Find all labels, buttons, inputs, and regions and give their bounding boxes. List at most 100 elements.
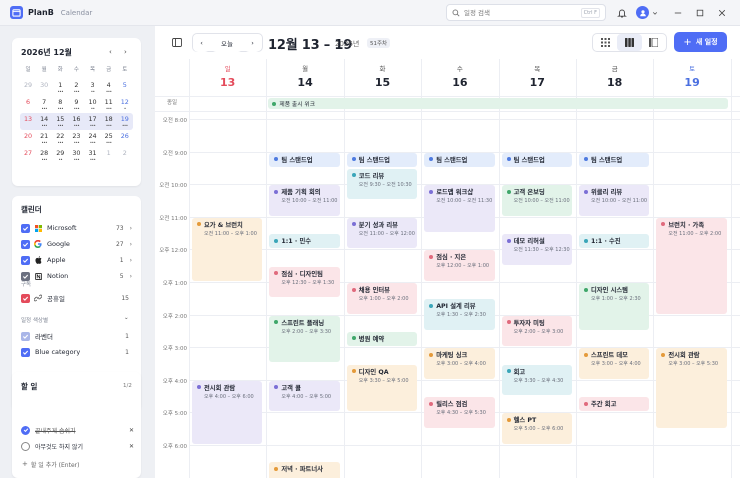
mini-day[interactable]: 15 ••• — [52, 113, 68, 130]
calendar-event[interactable]: 팀 스탠드업 — [501, 152, 572, 167]
mini-day[interactable]: 21 ••• — [36, 130, 52, 147]
mini-day[interactable]: 6 — [20, 96, 36, 113]
day-header[interactable]: 목 17 — [499, 59, 576, 96]
mini-day[interactable]: 9 ••• — [68, 96, 84, 113]
calendar-event[interactable]: 마케팅 싱크 오후 3:00 – 오후 4:00 — [424, 348, 495, 379]
day-header[interactable]: 토 19 — [653, 59, 730, 96]
mini-day[interactable]: 27 — [20, 147, 36, 164]
calendar-event[interactable]: 병원 예약 — [346, 331, 418, 347]
mini-day[interactable]: 31 ••• — [85, 147, 101, 164]
calendar-event[interactable]: 고객 온보딩 오전 10:00 – 오전 11:00 — [501, 185, 572, 216]
calendar-item-microsoft[interactable]: Microsoft 73 › — [21, 222, 132, 234]
calendar-event[interactable]: 채용 인터뷰 오후 1:00 – 오후 2:00 — [346, 283, 418, 314]
calendar-event[interactable]: 팀 스탠드업 — [424, 152, 495, 167]
calendar-event[interactable]: 코드 리뷰 오전 9:30 – 오전 10:30 — [346, 168, 418, 200]
allday-event[interactable]: 제품 출시 위크 — [268, 98, 728, 109]
profile-button[interactable] — [636, 6, 649, 19]
search-box[interactable]: Ctrl F — [446, 4, 606, 21]
mini-day[interactable]: 29 — [20, 79, 36, 96]
today-button[interactable]: 오늘 — [211, 34, 243, 52]
calendar-event[interactable]: 릴리스 점검 오후 4:30 – 오후 5:30 — [424, 397, 495, 428]
calendar-event[interactable]: 브런치 · 가족 오전 11:00 – 오후 2:00 — [656, 217, 727, 314]
calendar-event[interactable]: 분기 성과 리뷰 오전 11:00 – 오후 12:00 — [346, 217, 418, 249]
checkbox[interactable] — [21, 255, 30, 265]
mini-day[interactable]: 10 •• — [85, 96, 101, 113]
calendar-event[interactable]: 헬스 PT 오후 5:00 – 오후 6:00 — [501, 413, 572, 444]
calendar-item-notion[interactable]: Notion 5 › — [21, 270, 132, 282]
calendar-item-holidays[interactable]: 공휴일 15 — [21, 292, 132, 304]
checkbox[interactable] — [21, 239, 30, 249]
calendar-event[interactable]: 팀 스탠드업 — [269, 152, 340, 167]
chevron-right-icon[interactable]: › — [130, 225, 132, 232]
chevron-right-icon[interactable]: › — [130, 241, 132, 248]
bell-icon[interactable] — [615, 6, 628, 19]
mini-day[interactable]: 20 — [20, 130, 36, 147]
mini-day[interactable]: 8 ••• — [52, 96, 68, 113]
calendar-event[interactable]: 저녁 · 파트너사 — [269, 462, 340, 478]
day-header[interactable]: 일 13 — [189, 59, 266, 96]
todo-checkbox[interactable] — [21, 441, 30, 451]
new-event-button[interactable]: + 새 일정 — [674, 32, 727, 52]
mini-day[interactable]: 3 •• — [85, 79, 101, 96]
mini-day[interactable]: 7 ••• — [36, 96, 52, 113]
checkbox[interactable] — [21, 331, 30, 341]
calendar-event[interactable]: 스프린트 플래닝 오후 2:00 – 오후 3:30 — [269, 315, 340, 363]
calendar-event[interactable]: 1:1 · 민수 — [269, 234, 340, 249]
calendar-event[interactable]: 전시회 관람 오후 4:00 – 오후 6:00 — [192, 380, 263, 444]
mini-day[interactable]: 5 — [117, 79, 133, 96]
calendar-event[interactable]: 점심 · 지은 오후 12:00 – 오후 1:00 — [424, 250, 495, 281]
chevron-right-icon[interactable]: › — [124, 48, 127, 56]
mini-day[interactable]: 4 ••• — [101, 79, 117, 96]
month-view-button[interactable] — [593, 34, 617, 51]
calendar-event[interactable]: 전시회 관람 오후 3:00 – 오후 5:30 — [656, 348, 727, 428]
mini-day[interactable]: 29 •• — [52, 147, 68, 164]
chevron-right-icon[interactable]: › — [130, 257, 132, 264]
chevron-right-icon[interactable]: › — [130, 273, 132, 280]
mini-day[interactable]: 25 ••• — [101, 130, 117, 147]
close-icon[interactable] — [716, 7, 728, 19]
delete-icon[interactable]: ✕ — [129, 427, 134, 434]
maximize-icon[interactable] — [694, 7, 706, 19]
mini-day[interactable]: 2 — [117, 147, 133, 164]
calendar-event[interactable]: 로드맵 워크샵 오전 10:00 – 오전 11:30 — [424, 185, 495, 233]
calendar-event[interactable]: 제품 기획 회의 오전 10:00 – 오전 11:00 — [269, 185, 340, 216]
minimize-icon[interactable] — [672, 7, 684, 19]
mini-day[interactable]: 13 — [20, 113, 36, 130]
color-filter-item[interactable]: Blue category 1 — [21, 346, 132, 358]
calendar-event[interactable]: 주간 회고 — [579, 397, 650, 412]
todo-item[interactable]: 끝내주게 숨쉬기 ✕ — [21, 424, 134, 436]
mini-day[interactable]: 26 — [117, 130, 133, 147]
day-header[interactable]: 금 18 — [576, 59, 653, 96]
search-input[interactable] — [464, 8, 574, 17]
sidebar-toggle-icon[interactable] — [167, 33, 186, 51]
mini-day[interactable]: 30 ••• — [68, 147, 84, 164]
calendar-event[interactable]: 데모 리허설 오전 11:30 – 오후 12:30 — [501, 234, 572, 265]
calendar-item-google[interactable]: Google 27 › — [21, 238, 132, 250]
calendar-event[interactable]: 위클리 리뷰 오전 10:00 – 오전 11:00 — [579, 185, 650, 216]
calendar-item-apple[interactable]: Apple 1 › — [21, 254, 132, 266]
day-header[interactable]: 화 15 — [344, 59, 421, 96]
mini-day[interactable]: 11 ••• — [101, 96, 117, 113]
mini-day[interactable]: 12 • — [117, 96, 133, 113]
add-todo-button[interactable]: + 할 일 추가 (Enter) — [21, 458, 134, 470]
chevron-down-icon[interactable]: ⌄ — [124, 315, 129, 321]
mini-day[interactable]: 2 ••• — [68, 79, 84, 96]
chevron-down-icon[interactable] — [651, 6, 658, 19]
calendar-event[interactable]: 팀 스탠드업 — [346, 152, 418, 167]
checkbox[interactable] — [21, 293, 30, 303]
day-header[interactable]: 수 16 — [421, 59, 498, 96]
calendar-event[interactable]: 회고 오후 3:30 – 오후 4:30 — [501, 364, 572, 396]
mini-day[interactable]: 17 ••• — [85, 113, 101, 130]
delete-icon[interactable]: ✕ — [129, 443, 134, 450]
mini-day[interactable]: 30 — [36, 79, 52, 96]
next-week-button[interactable]: › — [244, 34, 261, 52]
mini-day[interactable]: 19 ••• — [117, 113, 133, 130]
mini-day[interactable]: 1 — [101, 147, 117, 164]
mini-day[interactable]: 23 ••• — [68, 130, 84, 147]
calendar-event[interactable]: 디자인 QA 오후 3:30 – 오후 5:00 — [346, 364, 418, 412]
day-header[interactable]: 월 14 — [266, 59, 343, 96]
checkbox[interactable] — [21, 223, 30, 233]
mini-day[interactable]: 22 ••• — [52, 130, 68, 147]
color-filter-item[interactable]: 라벤더 1 — [21, 330, 132, 342]
mini-day[interactable]: 1 ••• — [52, 79, 68, 96]
